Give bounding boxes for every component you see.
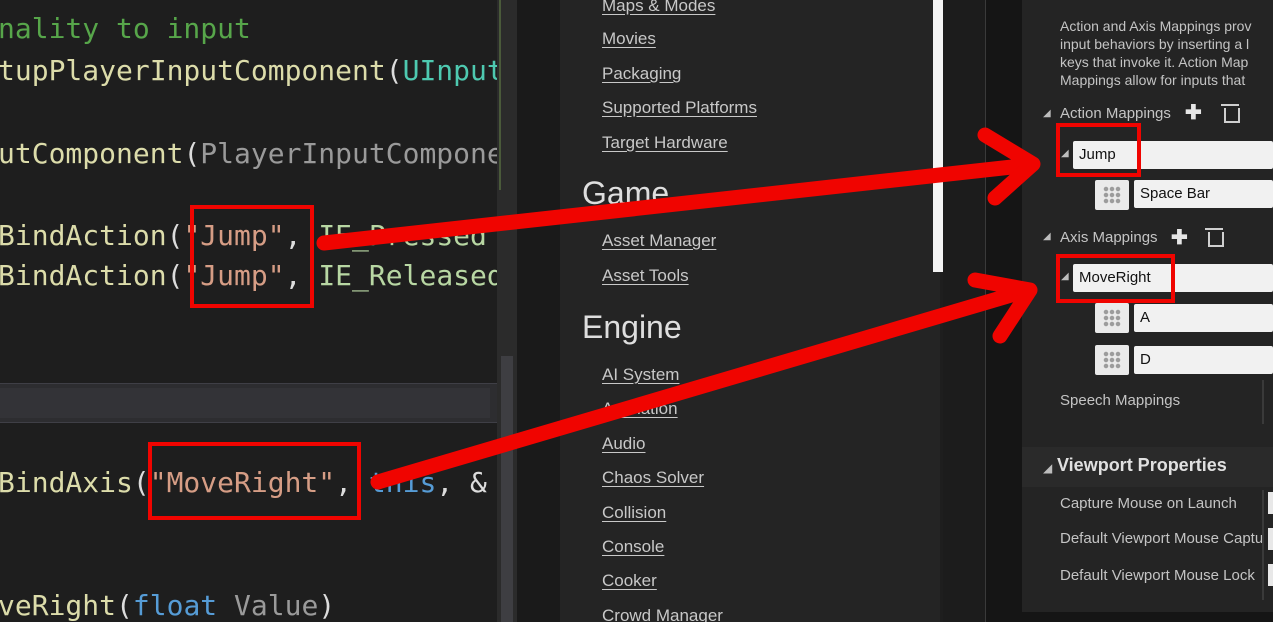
arrow-jump-line [316, 157, 1038, 251]
arrow-moveright-line [370, 282, 1036, 490]
annotation-arrows [316, 127, 1041, 490]
